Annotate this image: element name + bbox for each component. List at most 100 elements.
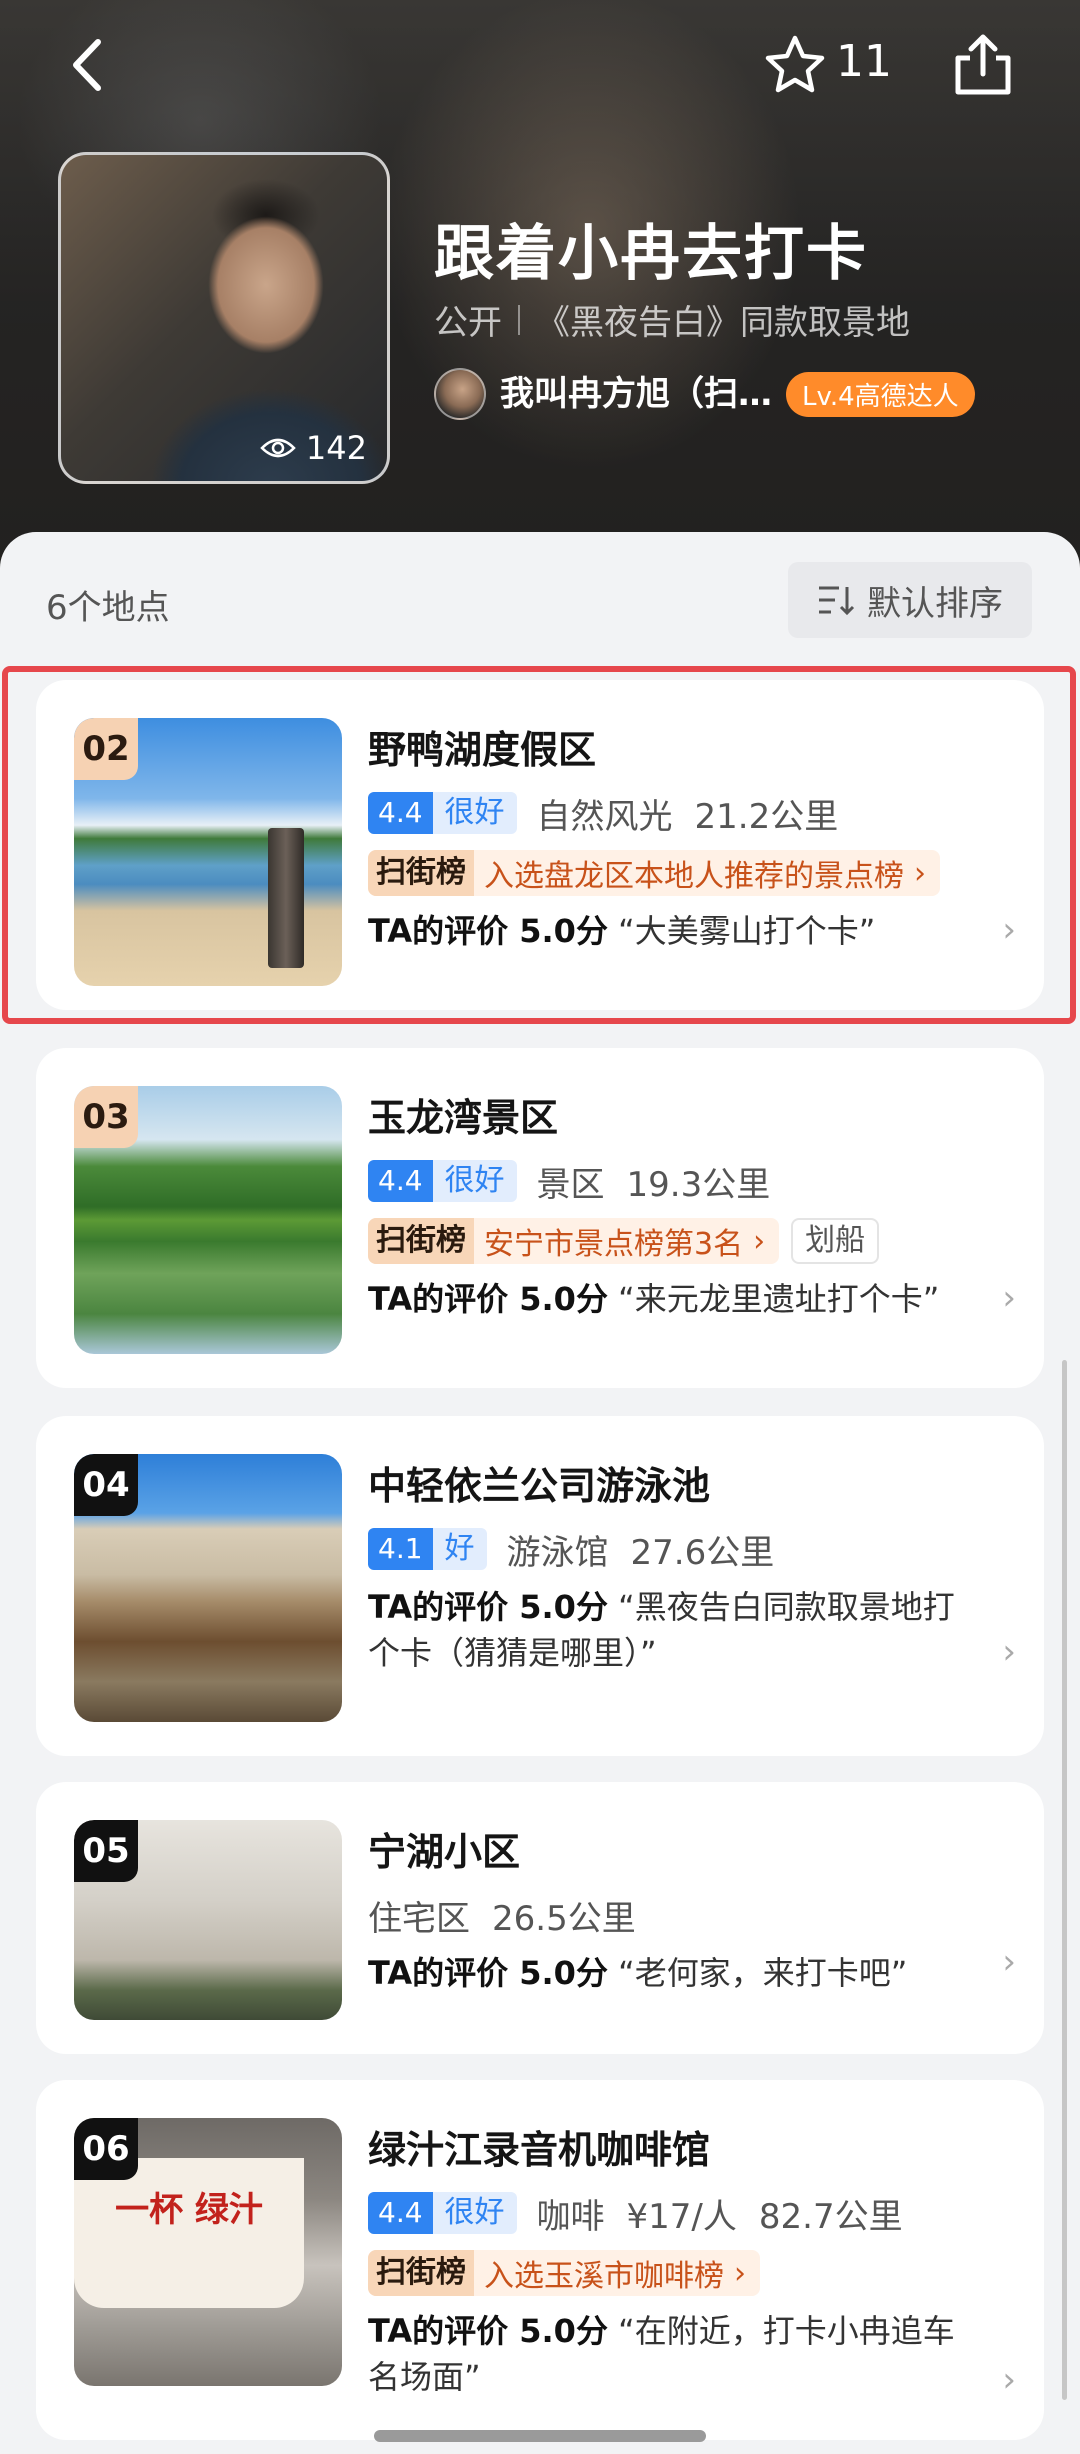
place-category: 咖啡 <box>536 2196 605 2237</box>
place-count: 6个地点 <box>46 588 170 628</box>
stone-marker <box>268 828 304 968</box>
chevron-right-icon[interactable]: › <box>1002 1632 1016 1672</box>
chevron-right-icon: › <box>753 1223 766 1259</box>
place-category: 景区 <box>536 1164 605 1205</box>
rank-badge: 02 <box>74 718 138 780</box>
place-card[interactable]: 02 野鸭湖度假区 4.4 很好 自然风光 21.2公里 扫街榜 入选盘龙区本地… <box>36 680 1044 1010</box>
place-thumbnail: 02 <box>74 718 342 986</box>
author-name[interactable]: 我叫冉方旭（扫… <box>500 366 772 422</box>
place-distance: 26.5公里 <box>492 1898 636 1939</box>
ranking-text: 入选玉溪市咖啡榜 <box>484 2259 724 2294</box>
star-icon <box>765 35 825 93</box>
author-avatar[interactable] <box>434 368 486 420</box>
place-tag: 划船 <box>791 1218 880 1264</box>
ranking-logo: 扫街榜 <box>368 850 474 896</box>
collection-subtitle: 公开 《黑夜告白》同款取景地 <box>434 295 910 344</box>
review-line: TA的评价 5.0分 “老何家，来打卡吧” <box>368 1950 1014 1996</box>
rating-word: 很好 <box>432 2192 517 2234</box>
review-line: TA的评价 5.0分 “来元龙里遗址打个卡” <box>368 1276 1014 1322</box>
ranking-badge[interactable]: 扫街榜 入选玉溪市咖啡榜 › <box>368 2250 760 2296</box>
place-category: 游泳馆 <box>506 1532 609 1573</box>
share-icon <box>955 34 1011 95</box>
rank-badge: 05 <box>74 1820 138 1882</box>
ranking-row: 扫街榜 安宁市景点榜第3名 › 划船 <box>368 1216 1014 1266</box>
place-thumbnail: 04 <box>74 1454 342 1722</box>
place-meta: 4.1 好 游泳馆 27.6公里 <box>368 1524 1014 1574</box>
review-line: TA的评价 5.0分 “大美雾山打个卡” <box>368 908 1014 954</box>
scrollbar[interactable] <box>1062 1360 1067 2400</box>
place-category: 自然风光 <box>536 796 673 837</box>
place-info: 野鸭湖度假区 4.4 很好 自然风光 21.2公里 扫街榜 入选盘龙区本地人推荐… <box>368 722 1014 954</box>
place-card[interactable]: 06 一杯 绿汁 绿汁江录音机咖啡馆 4.4 很好 咖啡 ¥17/人 82.7公… <box>36 2080 1044 2440</box>
view-count: 142 <box>260 429 367 467</box>
top-bar: 11 <box>0 0 1080 130</box>
place-meta: 4.4 很好 自然风光 21.2公里 <box>368 788 1014 838</box>
header-banner: 11 142 跟着小冉去打卡 公开 《黑夜告白》同款取景地 我叫冉方旭（扫… L… <box>0 0 1080 600</box>
chevron-right-icon[interactable]: › <box>1002 1942 1016 1982</box>
ranking-logo: 扫街榜 <box>368 1218 474 1264</box>
review-label: TA的评价 5.0分 <box>368 912 608 950</box>
review-label: TA的评价 5.0分 <box>368 2312 608 2350</box>
place-thumbnail: 05 <box>74 1820 342 2020</box>
favorite-count: 11 <box>836 36 892 87</box>
review-text: “老何家，来打卡吧” <box>618 1954 908 1992</box>
ranking-text: 安宁市景点榜第3名 <box>484 1227 744 1262</box>
eye-icon <box>260 438 296 458</box>
ranking-text: 入选盘龙区本地人推荐的景点榜 <box>484 859 904 894</box>
share-button[interactable] <box>948 30 1018 100</box>
place-name[interactable]: 绿汁江录音机咖啡馆 <box>368 2122 1014 2178</box>
place-category: 住宅区 <box>368 1898 470 1939</box>
place-meta: 4.4 很好 咖啡 ¥17/人 82.7公里 <box>368 2188 1014 2238</box>
home-indicator[interactable] <box>374 2430 706 2442</box>
ranking-row: 扫街榜 入选盘龙区本地人推荐的景点榜 › <box>368 848 1014 898</box>
collection-title: 跟着小冉去打卡 <box>434 219 868 289</box>
place-name[interactable]: 玉龙湾景区 <box>368 1090 1014 1146</box>
place-meta: 住宅区 26.5公里 <box>368 1890 1014 1940</box>
divider <box>518 304 520 335</box>
chevron-right-icon[interactable]: › <box>1002 1278 1016 1318</box>
place-thumbnail: 06 一杯 绿汁 <box>74 2118 342 2386</box>
place-name[interactable]: 野鸭湖度假区 <box>368 722 1014 778</box>
ranking-badge[interactable]: 扫街榜 入选盘龙区本地人推荐的景点榜 › <box>368 850 940 896</box>
sort-label: 默认排序 <box>867 583 1003 624</box>
place-card[interactable]: 05 宁湖小区 住宅区 26.5公里 TA的评价 5.0分 “老何家，来打卡吧”… <box>36 1782 1044 2054</box>
review-label: TA的评价 5.0分 <box>368 1954 608 1992</box>
author-level-badge: Lv.4高德达人 <box>786 371 975 417</box>
place-distance: 19.3公里 <box>626 1164 771 1205</box>
place-price: ¥17/人 <box>626 2196 737 2237</box>
sort-button[interactable]: 默认排序 <box>788 562 1032 638</box>
ranking-row: 扫街榜 入选玉溪市咖啡榜 › <box>368 2248 1014 2298</box>
review-label: TA的评价 5.0分 <box>368 1588 608 1626</box>
chevron-right-icon: › <box>914 855 926 891</box>
ranking-badge[interactable]: 扫街榜 安宁市景点榜第3名 › <box>368 1218 780 1264</box>
place-name[interactable]: 宁湖小区 <box>368 1824 1014 1880</box>
place-card[interactable]: 03 玉龙湾景区 4.4 很好 景区 19.3公里 扫街榜 安宁市景点榜第3名 … <box>36 1048 1044 1388</box>
review-line: TA的评价 5.0分 “在附近，打卡小冉追车名场面” <box>368 2308 1014 2400</box>
author-row[interactable]: 我叫冉方旭（扫… Lv.4高德达人 <box>434 368 975 420</box>
rank-badge: 04 <box>74 1454 138 1516</box>
rating-score: 4.4 <box>368 2192 433 2234</box>
place-card[interactable]: 04 中轻依兰公司游泳池 4.1 好 游泳馆 27.6公里 TA的评价 5.0分… <box>36 1416 1044 1756</box>
rating-word: 好 <box>432 1528 487 1570</box>
rating-word: 很好 <box>432 792 517 834</box>
place-thumbnail: 03 <box>74 1086 342 1354</box>
visibility-label: 公开 <box>434 303 502 343</box>
view-count-value: 142 <box>305 429 367 467</box>
place-distance: 27.6公里 <box>630 1532 775 1573</box>
place-distance: 21.2公里 <box>694 796 839 837</box>
back-button[interactable] <box>58 30 128 100</box>
rating-word: 很好 <box>432 1160 517 1202</box>
collection-description: 《黑夜告白》同款取景地 <box>536 303 910 343</box>
chevron-right-icon[interactable]: › <box>1002 2360 1016 2400</box>
chevron-right-icon[interactable]: › <box>1002 910 1016 950</box>
review-text: “大美雾山打个卡” <box>618 912 876 950</box>
rating-score: 4.1 <box>368 1528 433 1570</box>
place-name[interactable]: 中轻依兰公司游泳池 <box>368 1458 1014 1514</box>
place-info: 宁湖小区 住宅区 26.5公里 TA的评价 5.0分 “老何家，来打卡吧” <box>368 1824 1014 1996</box>
place-info: 玉龙湾景区 4.4 很好 景区 19.3公里 扫街榜 安宁市景点榜第3名 › 划… <box>368 1090 1014 1322</box>
chevron-right-icon: › <box>734 2255 746 2291</box>
sort-icon <box>819 586 855 616</box>
collection-cover-image[interactable]: 142 <box>58 152 390 484</box>
favorite-button[interactable] <box>760 30 830 100</box>
rating-score: 4.4 <box>368 1160 433 1202</box>
